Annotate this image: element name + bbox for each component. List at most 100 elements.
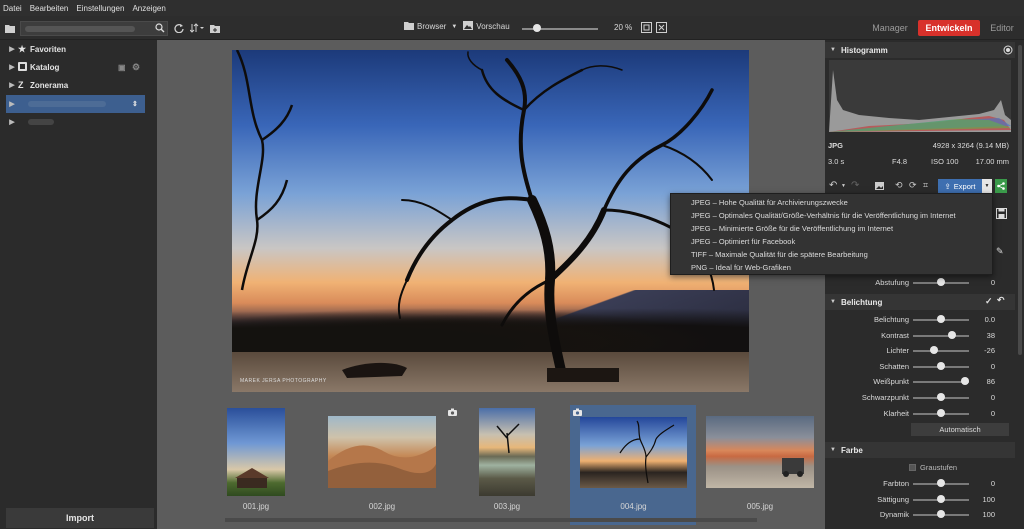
chevron-right-icon[interactable]: ▶ bbox=[6, 63, 18, 71]
section-farbe-header[interactable]: ▼ Farbe bbox=[825, 442, 1015, 458]
image-icon[interactable] bbox=[875, 182, 884, 192]
slider-farbton[interactable]: Farbton 0 bbox=[825, 477, 1015, 491]
export-button[interactable]: ⇪ Export bbox=[938, 179, 982, 193]
menu-einstellungen[interactable]: Einstellungen bbox=[76, 4, 124, 13]
tab-editor[interactable]: Editor bbox=[984, 20, 1020, 36]
slider-belichtung[interactable]: Belichtung 0.0 bbox=[825, 313, 1015, 327]
right-panel-scrollbar[interactable] bbox=[1015, 40, 1024, 529]
share-button[interactable] bbox=[995, 179, 1007, 193]
chevron-down-icon[interactable]: ▼ bbox=[451, 24, 457, 30]
chevron-right-icon[interactable]: ▶ bbox=[6, 45, 18, 53]
crop-icon[interactable]: ⌗ bbox=[923, 180, 928, 191]
section-histogram-header[interactable]: ▼ Histogramm bbox=[825, 42, 1015, 58]
sidebar-item-zonerama[interactable]: ▶ Z Zonerama bbox=[6, 76, 145, 94]
menu-bearbeiten[interactable]: Bearbeiten bbox=[30, 4, 69, 13]
chevron-down-icon[interactable]: ▼ bbox=[825, 47, 841, 53]
folder-icon[interactable] bbox=[3, 21, 17, 35]
thumbnail-004[interactable]: 004.jpg bbox=[580, 417, 687, 516]
slider-klarheit[interactable]: Klarheit 0 bbox=[825, 407, 1015, 421]
export-option-jpeg-minimized[interactable]: JPEG – Minimierte Größe für die Veröffen… bbox=[671, 222, 992, 235]
rotate-left-icon[interactable]: ⟲ bbox=[895, 180, 903, 191]
browser-toggle[interactable]: Browser bbox=[417, 22, 446, 31]
add-folder-icon[interactable]: ▣ bbox=[118, 63, 126, 72]
undo-icon[interactable]: ↶ bbox=[829, 180, 837, 191]
zoom-slider-knob[interactable] bbox=[533, 24, 542, 32]
preview-toggle[interactable]: Vorschau bbox=[476, 22, 509, 31]
new-folder-icon[interactable] bbox=[208, 21, 222, 35]
path-input[interactable] bbox=[20, 21, 168, 36]
chevron-right-icon[interactable]: ▶ bbox=[6, 81, 18, 89]
thumbnail-001[interactable]: 001.jpg bbox=[227, 408, 285, 516]
thumbnail-002[interactable]: 002.jpg bbox=[328, 416, 436, 516]
redo-icon[interactable]: ↷ bbox=[851, 180, 859, 191]
slider-knob[interactable] bbox=[937, 510, 945, 519]
thumbnail-005[interactable]: 005.jpg bbox=[706, 416, 814, 516]
import-button[interactable]: Import bbox=[6, 508, 154, 528]
checkmark-icon[interactable]: ✓ bbox=[985, 296, 993, 307]
export-option-png[interactable]: PNG – Ideal für Web-Grafiken bbox=[671, 261, 992, 274]
save-icon[interactable] bbox=[996, 208, 1007, 221]
slider-knob[interactable] bbox=[937, 278, 945, 286]
exif-shutter: 3.0 s bbox=[828, 157, 845, 166]
stepper-icon[interactable]: ⇕ bbox=[132, 100, 138, 108]
refresh-icon[interactable] bbox=[172, 21, 186, 35]
filmstrip-scrollbar[interactable] bbox=[225, 518, 757, 522]
tab-entwickeln[interactable]: Entwickeln bbox=[918, 20, 980, 36]
export-icon: ⇪ bbox=[944, 181, 951, 191]
export-option-jpeg-optimal[interactable]: JPEG – Optimales Qualität/Größe-Verhältn… bbox=[671, 209, 992, 222]
histogram-settings-icon[interactable] bbox=[1003, 45, 1013, 57]
slider-abstufung[interactable]: Abstufung 0 bbox=[825, 276, 1015, 290]
slider-schatten[interactable]: Schatten 0 bbox=[825, 360, 1015, 374]
export-option-tiff[interactable]: TIFF – Maximale Qualität für die spätere… bbox=[671, 248, 992, 261]
reset-icon[interactable]: ↶ bbox=[997, 295, 1005, 306]
menu-anzeigen[interactable]: Anzeigen bbox=[132, 4, 165, 13]
slider-knob[interactable] bbox=[937, 393, 945, 401]
slider-knob[interactable] bbox=[937, 361, 945, 370]
zoom-value: 20 % bbox=[614, 23, 633, 32]
share-icon bbox=[997, 182, 1005, 190]
photo-watermark: MAREK JERSA PHOTOGRAPHY bbox=[240, 378, 327, 384]
section-belichtung-header[interactable]: ▼ Belichtung ✓ ↶ bbox=[825, 294, 1015, 310]
fit-icon[interactable] bbox=[641, 22, 652, 35]
slider-knob[interactable] bbox=[929, 346, 938, 355]
catalog-icon bbox=[18, 61, 30, 73]
slider-knob[interactable] bbox=[947, 330, 956, 339]
slider-knob[interactable] bbox=[937, 315, 945, 323]
search-icon[interactable] bbox=[155, 23, 165, 35]
chevron-down-icon[interactable]: ▼ bbox=[825, 447, 841, 453]
thumbnail-label: 003.jpg bbox=[493, 502, 521, 511]
tab-manager[interactable]: Manager bbox=[866, 20, 914, 36]
slider-knob[interactable] bbox=[937, 408, 945, 417]
chevron-down-icon[interactable]: ▼ bbox=[825, 299, 841, 305]
thumbnail-003[interactable]: 003.jpg bbox=[479, 408, 535, 516]
star-icon: ★ bbox=[18, 43, 27, 54]
chevron-down-icon[interactable]: ▼ bbox=[841, 183, 846, 189]
export-dropdown-toggle[interactable]: ▼ bbox=[982, 179, 992, 193]
export-option-jpeg-facebook[interactable]: JPEG – Optimiert für Facebook bbox=[671, 235, 992, 248]
graustufen-checkbox[interactable] bbox=[909, 464, 916, 471]
auto-button[interactable]: Automatisch bbox=[911, 423, 1009, 436]
sidebar-item-favoriten[interactable]: ▶ ★ Favoriten bbox=[6, 40, 145, 58]
slider-knob[interactable] bbox=[937, 479, 945, 487]
chevron-right-icon[interactable]: ▶ bbox=[6, 118, 18, 126]
slider-weißpunkt[interactable]: Weißpunkt 86 bbox=[825, 375, 1015, 389]
slider-knob[interactable] bbox=[937, 494, 945, 503]
slider-kontrast[interactable]: Kontrast 38 bbox=[825, 329, 1015, 343]
sidebar-item-katalog[interactable]: ▶ Katalog ▣ ⚙ bbox=[6, 58, 145, 76]
chevron-right-icon[interactable]: ▶ bbox=[6, 100, 18, 108]
slider-knob[interactable] bbox=[961, 377, 970, 386]
menu-datei[interactable]: Datei bbox=[3, 4, 22, 13]
slider-schwarzpunkt[interactable]: Schwarzpunkt 0 bbox=[825, 391, 1015, 405]
browser-icon bbox=[404, 21, 414, 32]
rotate-right-icon[interactable]: ⟳ bbox=[909, 180, 917, 191]
sort-icon[interactable] bbox=[190, 21, 204, 35]
slider-dynamik[interactable]: Dynamik 100 bbox=[825, 508, 1015, 522]
eyedropper-icon[interactable]: ✎ bbox=[996, 246, 1004, 257]
fullscreen-icon[interactable] bbox=[656, 22, 667, 35]
slider-lichter[interactable]: Lichter -26 bbox=[825, 344, 1015, 358]
gear-icon[interactable]: ⚙ bbox=[132, 62, 140, 73]
sidebar-item-folder[interactable]: ▶ bbox=[6, 113, 145, 131]
sidebar-item-selected-folder[interactable]: ▶ ⇕ bbox=[6, 95, 145, 113]
slider-sättigung[interactable]: Sättigung 100 bbox=[825, 493, 1015, 507]
export-option-jpeg-archive[interactable]: JPEG – Hohe Qualität für Archivierungszw… bbox=[671, 196, 992, 209]
